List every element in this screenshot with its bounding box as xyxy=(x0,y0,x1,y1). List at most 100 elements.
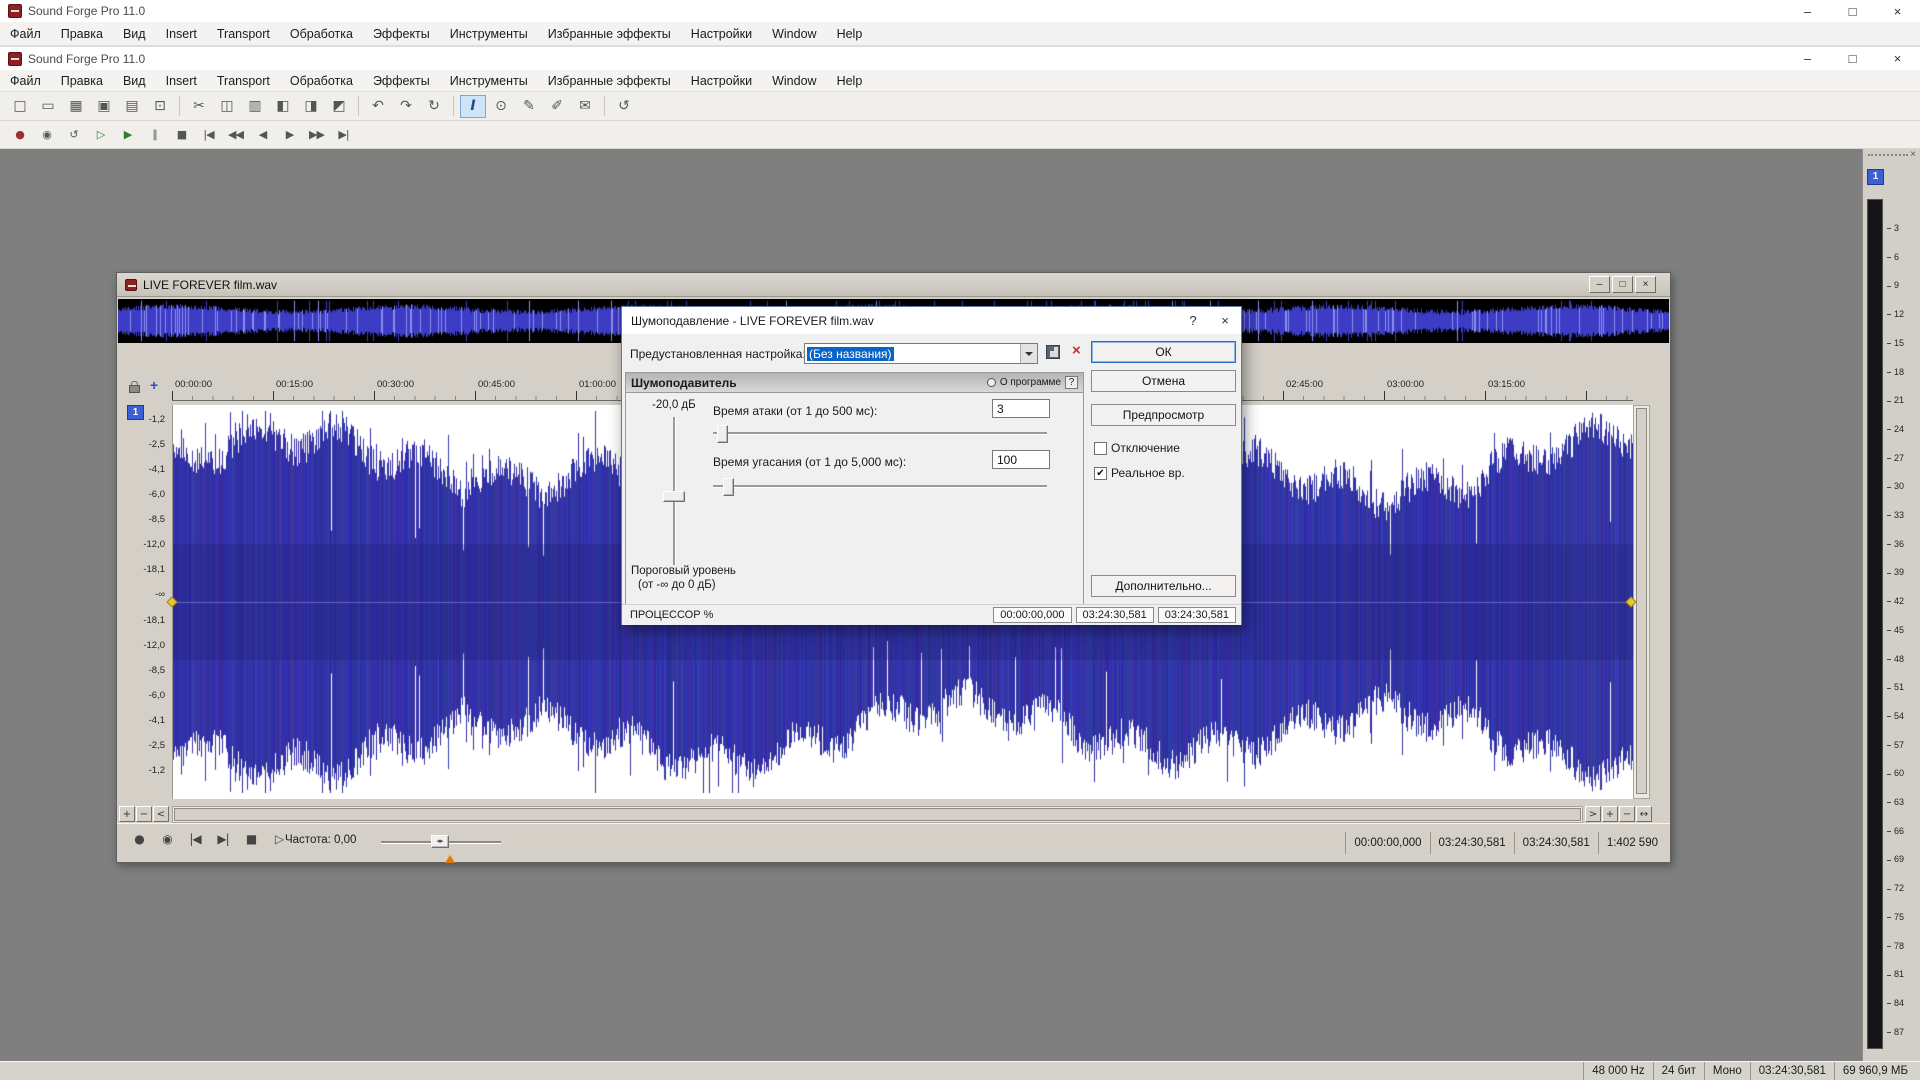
play-icon[interactable]: ▶ xyxy=(115,123,140,146)
menu-item[interactable]: Файл xyxy=(0,74,51,88)
record-icon[interactable]: ● xyxy=(129,832,149,846)
repeat-icon[interactable]: ↻ xyxy=(421,95,447,118)
meter-bar[interactable] xyxy=(1867,199,1883,1049)
menu-item[interactable]: Help xyxy=(827,27,873,41)
menu-item[interactable]: Настройки xyxy=(681,27,762,41)
vertical-scrollbar-thumb[interactable] xyxy=(1636,408,1647,794)
realtime-checkbox[interactable]: ✔ xyxy=(1094,467,1107,480)
more-button[interactable]: Дополнительно... xyxy=(1091,575,1236,597)
new-file-icon[interactable]: □ xyxy=(7,95,33,118)
menu-item[interactable]: Инструменты xyxy=(440,27,538,41)
menu-item[interactable]: Insert xyxy=(156,27,207,41)
menu-item[interactable]: Инструменты xyxy=(440,74,538,88)
stop-icon[interactable]: ■ xyxy=(169,123,194,146)
horizontal-scrollbar[interactable] xyxy=(172,806,1583,823)
cancel-button[interactable]: Отмена xyxy=(1091,370,1236,392)
menu-item[interactable]: Настройки xyxy=(681,74,762,88)
scroll-button[interactable]: + xyxy=(119,806,135,822)
scroll-button[interactable]: + xyxy=(1602,806,1618,822)
threshold-slider-thumb[interactable] xyxy=(663,491,685,502)
rate-slider-thumb[interactable]: ◂▸ xyxy=(431,835,449,848)
menu-item[interactable]: Window xyxy=(762,27,826,41)
release-slider-track[interactable] xyxy=(713,485,1047,488)
play-all-icon[interactable]: ▷ xyxy=(88,123,113,146)
section-help-icon[interactable]: ? xyxy=(1065,376,1078,389)
menu-item[interactable]: Файл xyxy=(0,27,51,41)
close-icon[interactable]: × xyxy=(1635,276,1656,293)
envelope-tool-icon[interactable]: ✉ xyxy=(572,95,598,118)
menu-item[interactable]: Избранные эффекты xyxy=(538,27,681,41)
properties-icon[interactable]: ⊡ xyxy=(147,95,173,118)
realtime-checkbox-row[interactable]: ✔ Реальное вр. xyxy=(1094,466,1185,480)
open-file-icon[interactable]: ▭ xyxy=(35,95,61,118)
doc-titlebar[interactable]: LIVE FOREVER film.wav – □ × xyxy=(117,273,1670,297)
rewind-icon[interactable]: ◀◀ xyxy=(223,123,248,146)
forward-icon[interactable]: ▶ xyxy=(277,123,302,146)
save-preset-button[interactable] xyxy=(1046,345,1060,362)
lock-icon[interactable] xyxy=(129,385,140,393)
scroll-button[interactable]: − xyxy=(136,806,152,822)
redo-icon[interactable]: ↷ xyxy=(393,95,419,118)
edit-tool-icon[interactable]: I xyxy=(460,95,486,118)
menu-item[interactable]: Эффекты xyxy=(363,74,440,88)
menu-item[interactable]: Вид xyxy=(113,74,156,88)
menu-item[interactable]: Обработка xyxy=(280,74,363,88)
dialog-titlebar[interactable]: Шумоподавление - LIVE FOREVER film.wav ?… xyxy=(622,307,1241,334)
go-to-start-icon[interactable]: |◀ xyxy=(196,123,221,146)
pencil-tool-icon[interactable]: ✎ xyxy=(516,95,542,118)
maximize-icon[interactable]: □ xyxy=(1612,276,1633,293)
about-icon[interactable] xyxy=(987,378,996,387)
menu-item[interactable]: Transport xyxy=(207,27,280,41)
minimize-icon[interactable]: – xyxy=(1589,276,1610,293)
menu-item[interactable]: Insert xyxy=(156,74,207,88)
menu-item[interactable]: Эффекты xyxy=(363,27,440,41)
paste-special-icon[interactable]: ◩ xyxy=(326,95,352,118)
refresh-icon[interactable]: ↺ xyxy=(611,95,637,118)
paste-icon[interactable]: ▥ xyxy=(242,95,268,118)
magnify-tool-icon[interactable]: ⊙ xyxy=(488,95,514,118)
release-input[interactable] xyxy=(992,450,1050,469)
arm-record-icon[interactable]: ◉ xyxy=(157,832,177,846)
minimize-icon[interactable]: – xyxy=(1785,47,1830,70)
edit-tool-corner-icon[interactable]: + xyxy=(150,377,158,393)
minimize-icon[interactable]: – xyxy=(1785,0,1830,22)
save-all-icon[interactable]: ▣ xyxy=(91,95,117,118)
mix-icon[interactable]: ◨ xyxy=(298,95,324,118)
attack-slider-track[interactable] xyxy=(713,432,1047,435)
bypass-checkbox[interactable] xyxy=(1094,442,1107,455)
close-icon[interactable]: × xyxy=(1209,307,1241,334)
loop-playback-icon[interactable]: ↺ xyxy=(61,123,86,146)
back-icon[interactable]: ◀ xyxy=(250,123,275,146)
attack-slider-thumb[interactable] xyxy=(717,425,728,443)
menu-item[interactable]: Обработка xyxy=(280,27,363,41)
menu-item[interactable]: Избранные эффекты xyxy=(538,74,681,88)
close-icon[interactable]: × xyxy=(1875,0,1920,22)
meter-grip[interactable] xyxy=(1868,154,1908,156)
meter-close-icon[interactable]: × xyxy=(1910,149,1916,160)
scroll-button[interactable]: < xyxy=(153,806,169,822)
go-to-end-icon[interactable]: ▶| xyxy=(331,123,356,146)
go-to-end-icon[interactable]: ▶| xyxy=(213,832,233,846)
menu-item[interactable]: Window xyxy=(762,74,826,88)
attack-input[interactable] xyxy=(992,399,1050,418)
preset-combobox[interactable]: (Без названия) xyxy=(804,343,1038,364)
delete-preset-icon[interactable]: × xyxy=(1072,342,1081,359)
event-tool-icon[interactable]: ✐ xyxy=(544,95,570,118)
menu-item[interactable]: Transport xyxy=(207,74,280,88)
close-icon[interactable]: × xyxy=(1875,47,1920,70)
arm-record-icon[interactable]: ◉ xyxy=(34,123,59,146)
dialog-help-icon[interactable]: ? xyxy=(1177,307,1209,334)
preview-button[interactable]: Предпросмотр xyxy=(1091,404,1236,426)
scroll-button[interactable]: > xyxy=(1585,806,1601,822)
maximize-icon[interactable]: □ xyxy=(1830,47,1875,70)
ok-button[interactable]: ОК xyxy=(1091,341,1236,363)
stop-icon[interactable]: ■ xyxy=(241,832,261,846)
menu-item[interactable]: Вид xyxy=(113,27,156,41)
trim-icon[interactable]: ◧ xyxy=(270,95,296,118)
scroll-button[interactable]: − xyxy=(1619,806,1635,822)
fast-forward-icon[interactable]: ▶▶ xyxy=(304,123,329,146)
menu-item[interactable]: Правка xyxy=(51,27,113,41)
bypass-checkbox-row[interactable]: Отключение xyxy=(1094,441,1180,455)
scroll-button[interactable]: ↔ xyxy=(1636,806,1652,822)
about-label[interactable]: О программе xyxy=(1000,377,1061,388)
